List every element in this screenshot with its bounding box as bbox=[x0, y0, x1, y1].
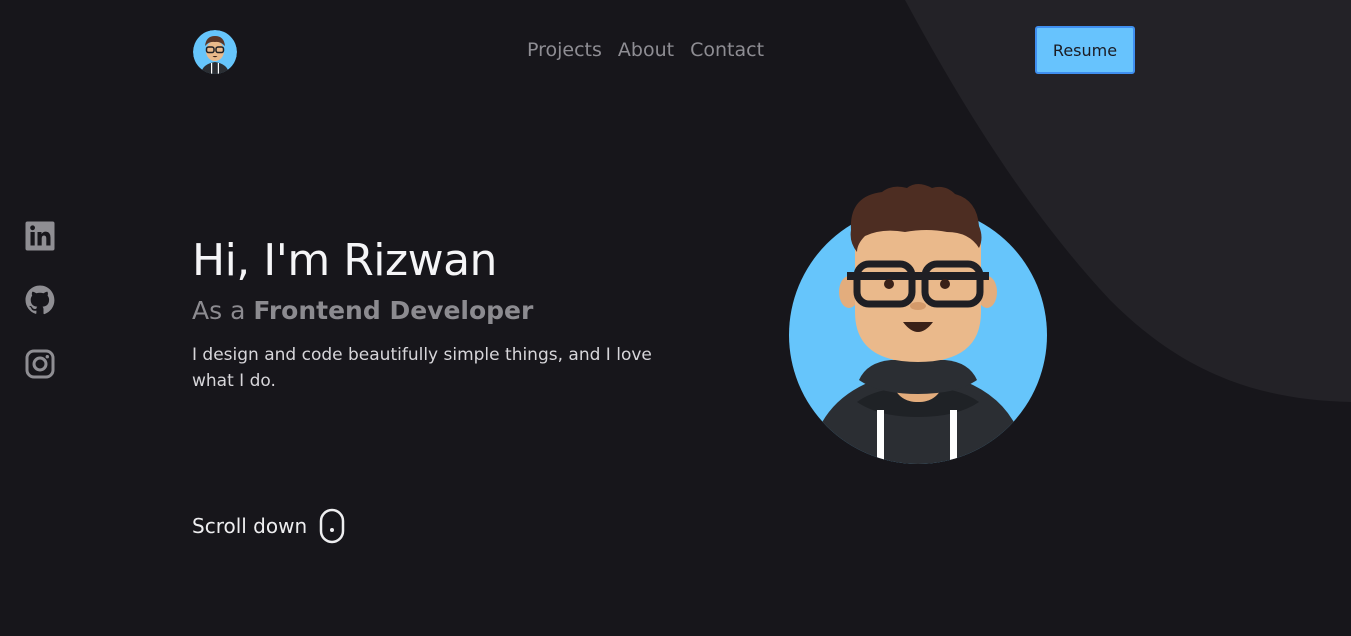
scroll-down-label: Scroll down bbox=[192, 514, 308, 538]
nav-about[interactable]: About bbox=[618, 36, 674, 64]
avatar-logo-icon bbox=[193, 30, 237, 74]
nav-contact[interactable]: Contact bbox=[690, 36, 764, 64]
hero-avatar-illustration bbox=[789, 184, 1047, 464]
hero-role: Frontend Developer bbox=[253, 296, 534, 325]
resume-button[interactable]: Resume bbox=[1035, 26, 1135, 74]
hero-section: Hi, I'm Rizwan As a Frontend Developer I… bbox=[192, 232, 692, 394]
hero-description: I design and code beautifully simple thi… bbox=[192, 345, 652, 391]
instagram-icon bbox=[25, 349, 55, 379]
github-icon bbox=[25, 285, 55, 315]
nav-projects[interactable]: Projects bbox=[527, 36, 602, 64]
github-link[interactable] bbox=[24, 284, 56, 316]
linkedin-link[interactable] bbox=[24, 220, 56, 252]
logo-avatar-link[interactable] bbox=[193, 30, 237, 74]
scroll-down-link[interactable]: Scroll down bbox=[192, 508, 345, 544]
main-nav: Projects About Contact bbox=[527, 36, 764, 64]
hero-greeting: Hi, I'm Rizwan bbox=[192, 235, 497, 286]
social-links bbox=[24, 220, 56, 412]
site-header: Projects About Contact Resume bbox=[0, 0, 1351, 100]
instagram-link[interactable] bbox=[24, 348, 56, 380]
hero-role-line: As a Frontend Developer bbox=[192, 294, 692, 328]
mouse-icon bbox=[319, 508, 345, 544]
linkedin-icon bbox=[25, 221, 55, 251]
hero-role-prefix: As a bbox=[192, 296, 246, 325]
